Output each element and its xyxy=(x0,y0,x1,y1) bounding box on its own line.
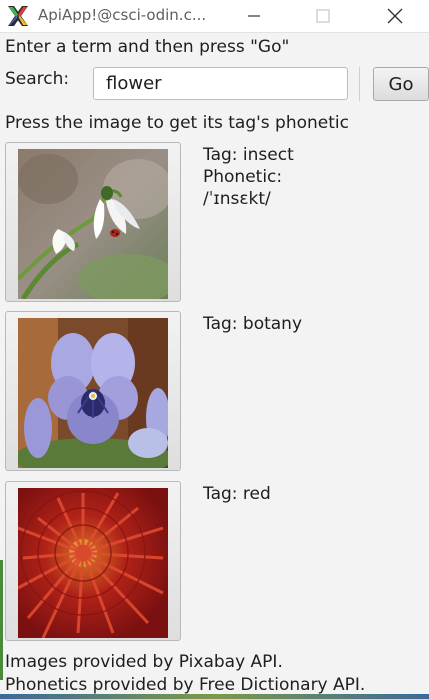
instruction-text: Press the image to get its tag's phoneti… xyxy=(5,113,349,133)
toolbar-separator xyxy=(359,67,360,101)
result-image-button-pansies[interactable] xyxy=(5,311,181,471)
pansies-image xyxy=(18,318,168,468)
maximize-icon[interactable] xyxy=(312,5,334,27)
tag-label: Tag: botany xyxy=(203,314,303,334)
tag-label: Tag: red xyxy=(203,484,271,504)
phonetic-value: /ˈɪnsɛkt/ xyxy=(203,189,271,209)
minimize-icon[interactable] xyxy=(243,5,265,27)
search-input[interactable] xyxy=(93,67,348,100)
x-logo-icon xyxy=(8,6,28,26)
background-window-edge-bottom xyxy=(0,694,429,699)
result-info-2: Tag: botany xyxy=(203,313,302,335)
footer-phonetics-credit: Phonetics provided by Free Dictionary AP… xyxy=(5,675,366,695)
footer-images-credit: Images provided by Pixabay API. xyxy=(5,652,283,672)
result-image-button-dahlia[interactable] xyxy=(5,481,181,641)
background-window-edge xyxy=(0,560,3,680)
result-image-button-snowdrop[interactable] xyxy=(5,142,181,302)
window-title: ApiApp!@csci-odin.c... xyxy=(38,6,207,24)
tag-label: Tag: insect xyxy=(203,145,294,165)
snowdrop-image xyxy=(18,149,168,299)
prompt-text: Enter a term and then press "Go" xyxy=(5,37,290,57)
go-button[interactable]: Go xyxy=(373,67,429,101)
close-icon[interactable] xyxy=(384,5,406,27)
title-bar: ApiApp!@csci-odin.c... xyxy=(0,0,429,33)
search-label: Search: xyxy=(5,69,70,89)
result-info-1: Tag: insect Phonetic: /ˈɪnsɛkt/ xyxy=(203,144,294,210)
dahlia-image xyxy=(18,488,168,638)
result-info-3: Tag: red xyxy=(203,483,271,505)
phonetic-label: Phonetic: xyxy=(203,167,283,187)
